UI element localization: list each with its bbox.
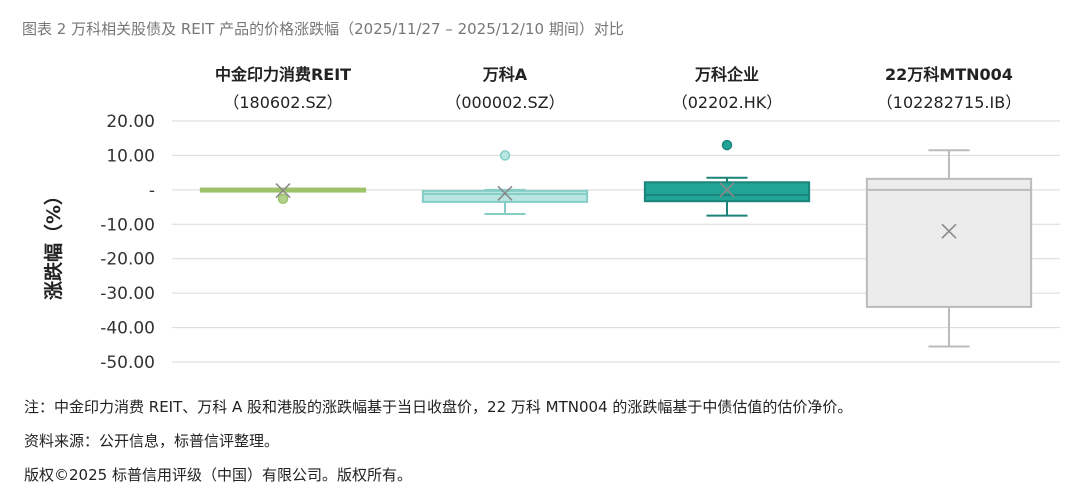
y-tick-label: -50.00: [100, 353, 155, 373]
boxplot-chart: 20.00 10.00 - -10.00 -20.00 -30.00 -40.00 -50.0…: [42, 65, 1060, 373]
y-tick-label: 10.00: [106, 146, 155, 166]
figure-notes: 注：中金印力消费 REIT、万科 A 股和港股的涨跌幅基于当日收盘价，22 万科…: [24, 393, 852, 495]
category-label: 22万科MTN004: [885, 65, 1013, 84]
note-data-source: 资料来源：公开信息，标普信评整理。: [24, 432, 280, 450]
note-source-basis: 注：中金印力消费 REIT、万科 A 股和港股的涨跌幅基于当日收盘价，22 万科…: [24, 398, 853, 416]
outlier-point: [499, 150, 511, 161]
y-tick-label: -40.00: [100, 319, 155, 339]
category-code-label: （180602.SZ）: [223, 93, 342, 112]
outlier-point: [277, 193, 289, 205]
y-axis-title: 涨跌幅（%）: [42, 186, 65, 300]
category-label: 万科A: [482, 65, 528, 84]
y-tick-label: -20.00: [100, 250, 155, 270]
y-tick-label: -10.00: [100, 215, 155, 235]
category-code-label: （000002.SZ）: [445, 93, 564, 112]
category-label: 万科企业: [694, 65, 759, 84]
note-copyright: 版权©2025 标普信用评级（中国）有限公司。版权所有。: [24, 466, 412, 484]
y-tick-label: 20.00: [106, 112, 155, 132]
category-label: 中金印力消费REIT: [215, 65, 351, 84]
outlier-point: [721, 139, 733, 151]
category-code-label: （02202.HK）: [672, 93, 783, 112]
category-code-label: （102282715.IB）: [877, 93, 1021, 112]
box: [865, 177, 1033, 308]
y-tick-label: -: [149, 181, 155, 201]
box: [643, 181, 811, 203]
y-tick-label: -30.00: [100, 284, 155, 304]
